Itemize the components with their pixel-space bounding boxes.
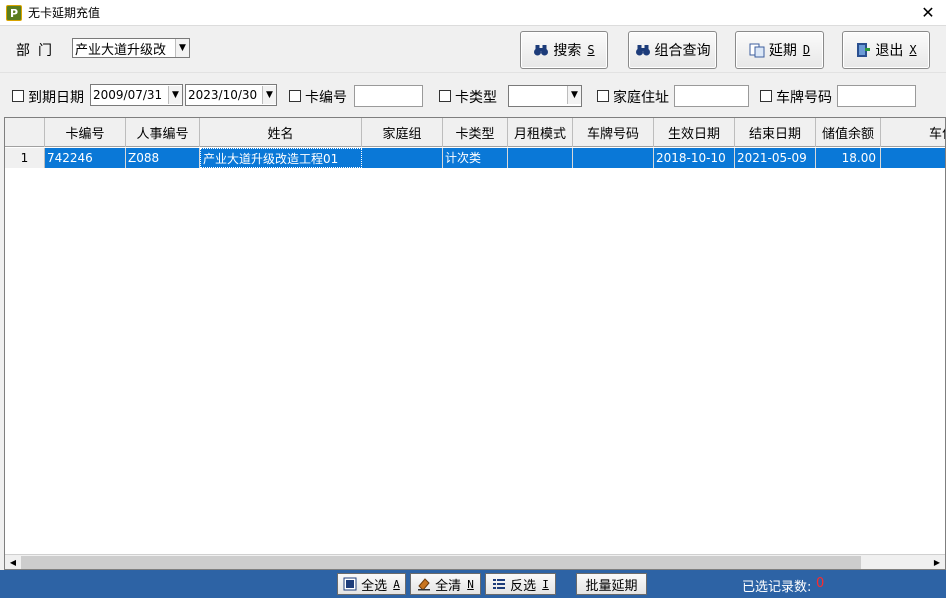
- row-number-header: [5, 118, 45, 147]
- address-input[interactable]: [674, 85, 749, 107]
- card-no-checkbox[interactable]: [289, 90, 301, 102]
- expiry-date-checkbox[interactable]: [12, 90, 24, 102]
- chevron-down-icon[interactable]: ▼: [262, 86, 276, 104]
- selected-count-label: 已选记录数:: [742, 580, 812, 595]
- column-header[interactable]: 储值余额: [816, 118, 881, 147]
- invert-label: 反选: [510, 578, 537, 594]
- cell-staff-no[interactable]: Z088: [126, 148, 200, 168]
- scroll-left-icon[interactable]: ◀: [5, 555, 21, 569]
- extend-button-label: 延期: [768, 43, 797, 59]
- cell-end-date[interactable]: 2021-05-09: [735, 148, 816, 168]
- cell-card-type[interactable]: 计次类: [443, 148, 508, 168]
- chevron-down-icon[interactable]: ▼: [168, 86, 182, 104]
- search-button-label: 搜索: [553, 43, 582, 59]
- search-button[interactable]: 搜索 S: [520, 31, 608, 69]
- eraser-icon: [418, 578, 431, 591]
- batch-extend-label: 批量延期: [585, 578, 638, 594]
- department-label: 部门: [16, 43, 60, 59]
- clear-all-hotkey: N: [467, 577, 474, 591]
- column-header[interactable]: 家庭组: [362, 118, 443, 147]
- cell-plate[interactable]: [573, 148, 654, 168]
- date-from-picker[interactable]: 2009/07/31 ▼: [90, 84, 183, 106]
- cell-card-no[interactable]: 742246: [45, 148, 126, 168]
- card-grid[interactable]: 卡编号 人事编号 姓名 家庭组 卡类型 月租模式 车牌号码 生效日期 结束日期 …: [4, 117, 946, 570]
- cell-rent-mode[interactable]: [508, 148, 573, 168]
- column-header[interactable]: 生效日期: [654, 118, 735, 147]
- row-number: 1: [5, 148, 45, 168]
- expiry-date-label: 到期日期: [28, 90, 84, 106]
- scroll-right-icon[interactable]: ▶: [929, 555, 945, 569]
- select-all-hotkey: A: [393, 577, 400, 591]
- combo-query-button[interactable]: 组合查询: [628, 31, 717, 69]
- select-all-button[interactable]: 全选 A: [337, 573, 406, 595]
- department-value: 产业大道升级改: [75, 42, 167, 58]
- card-type-checkbox[interactable]: [439, 90, 451, 102]
- chevron-down-icon[interactable]: ▼: [175, 39, 189, 57]
- scrollbar-thumb[interactable]: [21, 556, 861, 569]
- clear-all-button[interactable]: 全清 N: [410, 573, 481, 595]
- batch-extend-button[interactable]: 批量延期: [576, 573, 647, 595]
- card-type-select[interactable]: ▼: [508, 85, 582, 107]
- cell-family-group[interactable]: [362, 148, 443, 168]
- column-header[interactable]: 车牌号码: [573, 118, 654, 147]
- column-header[interactable]: 结束日期: [735, 118, 816, 147]
- list-icon: [493, 579, 506, 589]
- column-header[interactable]: 卡类型: [443, 118, 508, 147]
- combo-query-label: 组合查询: [654, 43, 711, 59]
- column-header[interactable]: 姓名: [200, 118, 362, 147]
- extend-button[interactable]: 延期 D: [735, 31, 824, 69]
- selected-count-value: 0: [816, 576, 825, 591]
- select-all-label: 全选: [361, 578, 388, 594]
- cell-space[interactable]: [881, 148, 945, 168]
- cell-name[interactable]: 产业大道升级改造工程01: [200, 148, 362, 168]
- column-header[interactable]: 车位: [881, 118, 945, 147]
- plate-label: 车牌号码: [776, 90, 832, 106]
- select-all-icon: [343, 577, 357, 591]
- search-hotkey: S: [587, 43, 595, 57]
- status-bar: 全选 A 全清 N 反选 I 批量延期 已选记录数: 0: [0, 570, 946, 598]
- date-to-value: 2023/10/30: [188, 88, 258, 102]
- column-header[interactable]: 月租模式: [508, 118, 573, 147]
- card-type-label: 卡类型: [455, 90, 497, 106]
- exit-button[interactable]: 退出 X: [842, 31, 930, 69]
- app-logo-icon: P: [6, 4, 22, 21]
- toolbar: 部门 产业大道升级改 ▼ 搜索 S 组合查询 延期 D 退出 X: [0, 26, 946, 72]
- window-title: 无卡延期充值: [28, 6, 101, 20]
- clear-all-label: 全清: [435, 578, 462, 594]
- address-checkbox[interactable]: [597, 90, 609, 102]
- extend-hotkey: D: [802, 43, 811, 57]
- exit-button-label: 退出: [875, 43, 904, 59]
- date-from-value: 2009/07/31: [93, 88, 163, 102]
- title-bar: P 无卡延期充值 ✕: [0, 0, 946, 26]
- cell-balance[interactable]: 18.00: [816, 148, 881, 168]
- invert-selection-button[interactable]: 反选 I: [485, 573, 556, 595]
- cell-start-date[interactable]: 2018-10-10: [654, 148, 735, 168]
- exit-hotkey: X: [909, 43, 917, 57]
- date-to-picker[interactable]: 2023/10/30 ▼: [185, 84, 277, 106]
- invert-hotkey: I: [542, 577, 549, 591]
- binoculars-icon: [534, 45, 549, 56]
- chevron-down-icon[interactable]: ▼: [567, 86, 581, 104]
- card-no-label: 卡编号: [305, 90, 347, 106]
- plate-input[interactable]: [837, 85, 916, 107]
- card-no-input[interactable]: [354, 85, 423, 107]
- column-header[interactable]: 人事编号: [126, 118, 200, 147]
- table-row[interactable]: 1 742246 Z088 产业大道升级改造工程01 计次类 2018-10-1…: [5, 148, 945, 168]
- department-select[interactable]: 产业大道升级改 ▼: [72, 38, 190, 58]
- close-button[interactable]: ✕: [918, 3, 938, 23]
- address-label: 家庭住址: [613, 90, 669, 106]
- binoculars-icon: [635, 45, 650, 56]
- grid-header: 卡编号 人事编号 姓名 家庭组 卡类型 月租模式 车牌号码 生效日期 结束日期 …: [5, 118, 945, 147]
- horizontal-scrollbar[interactable]: ◀ ▶: [5, 554, 945, 569]
- column-header[interactable]: 卡编号: [45, 118, 126, 147]
- plate-checkbox[interactable]: [760, 90, 772, 102]
- filter-bar: 到期日期 2009/07/31 ▼ 2023/10/30 ▼ 卡编号 卡类型 ▼…: [0, 72, 946, 116]
- copy-icon: [749, 43, 765, 58]
- exit-door-icon: [857, 43, 871, 57]
